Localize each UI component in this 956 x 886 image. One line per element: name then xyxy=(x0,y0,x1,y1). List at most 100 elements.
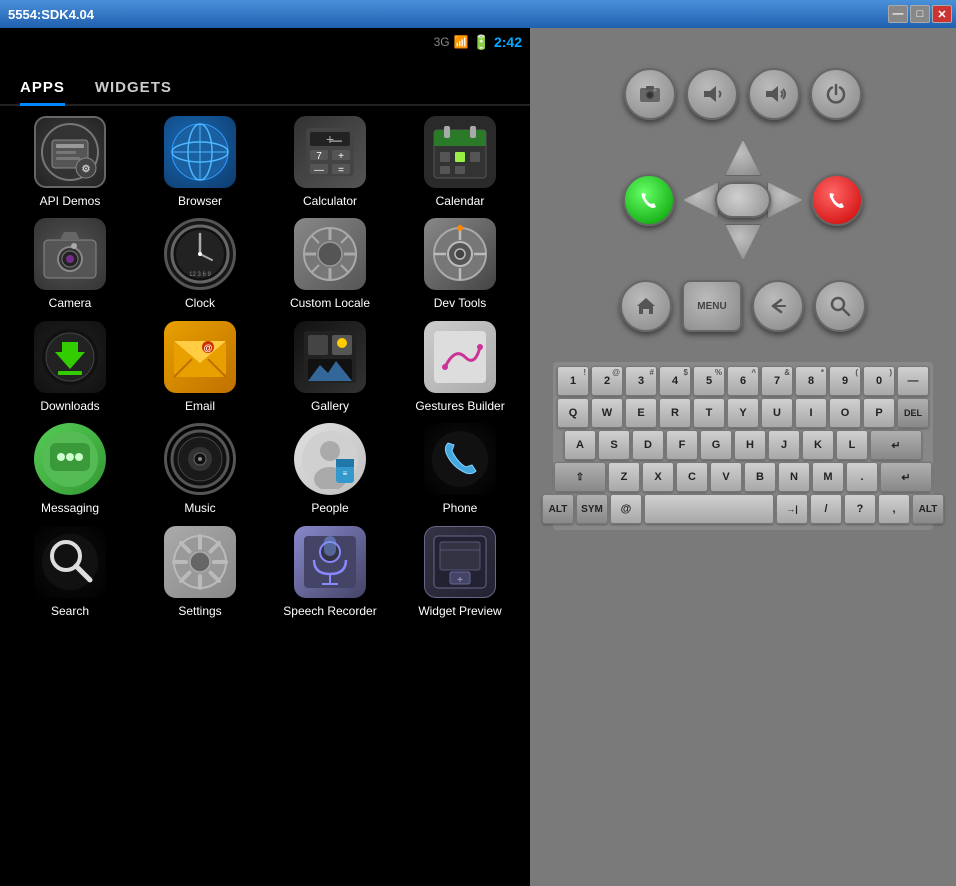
key-slash[interactable]: / xyxy=(810,494,842,524)
key-comma[interactable]: , xyxy=(878,494,910,524)
phone-screen: 3G 📶 🔋 2:42 APPS WIDGETS xyxy=(0,28,530,886)
app-calendar[interactable]: Calendar xyxy=(400,116,520,208)
key-3[interactable]: #3 xyxy=(625,366,657,396)
key-enter2[interactable]: ↵ xyxy=(880,462,932,492)
key-space[interactable] xyxy=(644,494,774,524)
key-z[interactable]: Z xyxy=(608,462,640,492)
app-gestures-builder[interactable]: Gestures Builder xyxy=(400,321,520,413)
app-calculator[interactable]: — + 7 + — = Calculator xyxy=(270,116,390,208)
key-m[interactable]: M xyxy=(812,462,844,492)
power-button[interactable] xyxy=(810,68,862,120)
end-call-button[interactable] xyxy=(811,174,863,226)
key-f[interactable]: F xyxy=(666,430,698,460)
key-h[interactable]: H xyxy=(734,430,766,460)
key-period[interactable]: . xyxy=(846,462,878,492)
app-camera[interactable]: Camera xyxy=(10,218,130,310)
key-e[interactable]: E xyxy=(625,398,657,428)
icon-people: ≡ xyxy=(294,423,366,495)
key-arrow[interactable]: →| xyxy=(776,494,808,524)
app-people[interactable]: ≡ People xyxy=(270,423,390,515)
icon-email: @ xyxy=(164,321,236,393)
key-s[interactable]: S xyxy=(598,430,630,460)
key-0[interactable]: )0 xyxy=(863,366,895,396)
menu-button[interactable]: MENU xyxy=(682,280,742,332)
key-y[interactable]: Y xyxy=(727,398,759,428)
key-shift[interactable]: ⇧ xyxy=(554,462,606,492)
key-alt-left[interactable]: ALT xyxy=(542,494,574,524)
key-l[interactable]: L xyxy=(836,430,868,460)
app-settings[interactable]: Settings xyxy=(140,526,260,618)
app-label-speech-recorder: Speech Recorder xyxy=(283,604,376,618)
camera-button[interactable] xyxy=(624,68,676,120)
dpad-right[interactable] xyxy=(767,182,803,218)
app-music[interactable]: Music xyxy=(140,423,260,515)
key-sym[interactable]: SYM xyxy=(576,494,608,524)
back-button[interactable] xyxy=(752,280,804,332)
key-7[interactable]: &7 xyxy=(761,366,793,396)
svg-text:+: + xyxy=(326,131,334,147)
key-g[interactable]: G xyxy=(700,430,732,460)
maximize-button[interactable]: □ xyxy=(910,5,930,23)
key-k[interactable]: K xyxy=(802,430,834,460)
app-dev-tools[interactable]: Dev Tools xyxy=(400,218,520,310)
app-messaging[interactable]: Messaging xyxy=(10,423,130,515)
app-email[interactable]: @ Email xyxy=(140,321,260,413)
tab-apps[interactable]: APPS xyxy=(20,79,65,104)
home-button[interactable] xyxy=(620,280,672,332)
close-button[interactable]: ✕ xyxy=(932,5,952,23)
key-t[interactable]: T xyxy=(693,398,725,428)
key-del[interactable]: DEL xyxy=(897,398,929,428)
key-b[interactable]: B xyxy=(744,462,776,492)
app-label-clock: Clock xyxy=(185,296,215,310)
key-at[interactable]: @ xyxy=(610,494,642,524)
key-o[interactable]: O xyxy=(829,398,861,428)
app-widget-preview[interactable]: + Widget Preview xyxy=(400,526,520,618)
key-4[interactable]: $4 xyxy=(659,366,691,396)
tab-widgets[interactable]: WIDGETS xyxy=(95,79,172,104)
kb-row-asdf: A S D F G H J K L ↵ xyxy=(557,430,929,460)
app-browser[interactable]: Browser xyxy=(140,116,260,208)
key-i[interactable]: I xyxy=(795,398,827,428)
key-v[interactable]: V xyxy=(710,462,742,492)
call-button[interactable] xyxy=(623,174,675,226)
volume-up-button[interactable] xyxy=(748,68,800,120)
app-phone[interactable]: Phone xyxy=(400,423,520,515)
search-nav-button[interactable] xyxy=(814,280,866,332)
key-w[interactable]: W xyxy=(591,398,623,428)
volume-down-button[interactable] xyxy=(686,68,738,120)
key-dash[interactable]: — xyxy=(897,366,929,396)
app-clock[interactable]: 12 3 6 9 Clock xyxy=(140,218,260,310)
app-search[interactable]: Search xyxy=(10,526,130,618)
key-u[interactable]: U xyxy=(761,398,793,428)
key-a[interactable]: A xyxy=(564,430,596,460)
app-speech-recorder[interactable]: Speech Recorder xyxy=(270,526,390,618)
key-j[interactable]: J xyxy=(768,430,800,460)
key-5[interactable]: %5 xyxy=(693,366,725,396)
minimize-button[interactable]: — xyxy=(888,5,908,23)
app-gallery[interactable]: Gallery xyxy=(270,321,390,413)
icon-clock: 12 3 6 9 xyxy=(164,218,236,290)
key-6[interactable]: ^6 xyxy=(727,366,759,396)
key-9[interactable]: (9 xyxy=(829,366,861,396)
dpad-center[interactable] xyxy=(715,182,771,218)
key-p[interactable]: P xyxy=(863,398,895,428)
key-r[interactable]: R xyxy=(659,398,691,428)
app-downloads[interactable]: Downloads xyxy=(10,321,130,413)
key-c[interactable]: C xyxy=(676,462,708,492)
key-q[interactable]: Q xyxy=(557,398,589,428)
dpad-up[interactable] xyxy=(725,140,761,176)
key-2[interactable]: @2 xyxy=(591,366,623,396)
key-enter[interactable]: ↵ xyxy=(870,430,922,460)
app-api-demos[interactable]: ⚙ API Demos xyxy=(10,116,130,208)
key-x[interactable]: X xyxy=(642,462,674,492)
key-alt-right[interactable]: ALT xyxy=(912,494,944,524)
emulator: 3G 📶 🔋 2:42 APPS WIDGETS xyxy=(0,28,956,886)
dpad-down[interactable] xyxy=(725,224,761,260)
key-1[interactable]: !1 xyxy=(557,366,589,396)
key-d[interactable]: D xyxy=(632,430,664,460)
key-question[interactable]: ? xyxy=(844,494,876,524)
key-8[interactable]: *8 xyxy=(795,366,827,396)
app-custom-locale[interactable]: Custom Locale xyxy=(270,218,390,310)
dpad-left[interactable] xyxy=(683,182,719,218)
key-n[interactable]: N xyxy=(778,462,810,492)
